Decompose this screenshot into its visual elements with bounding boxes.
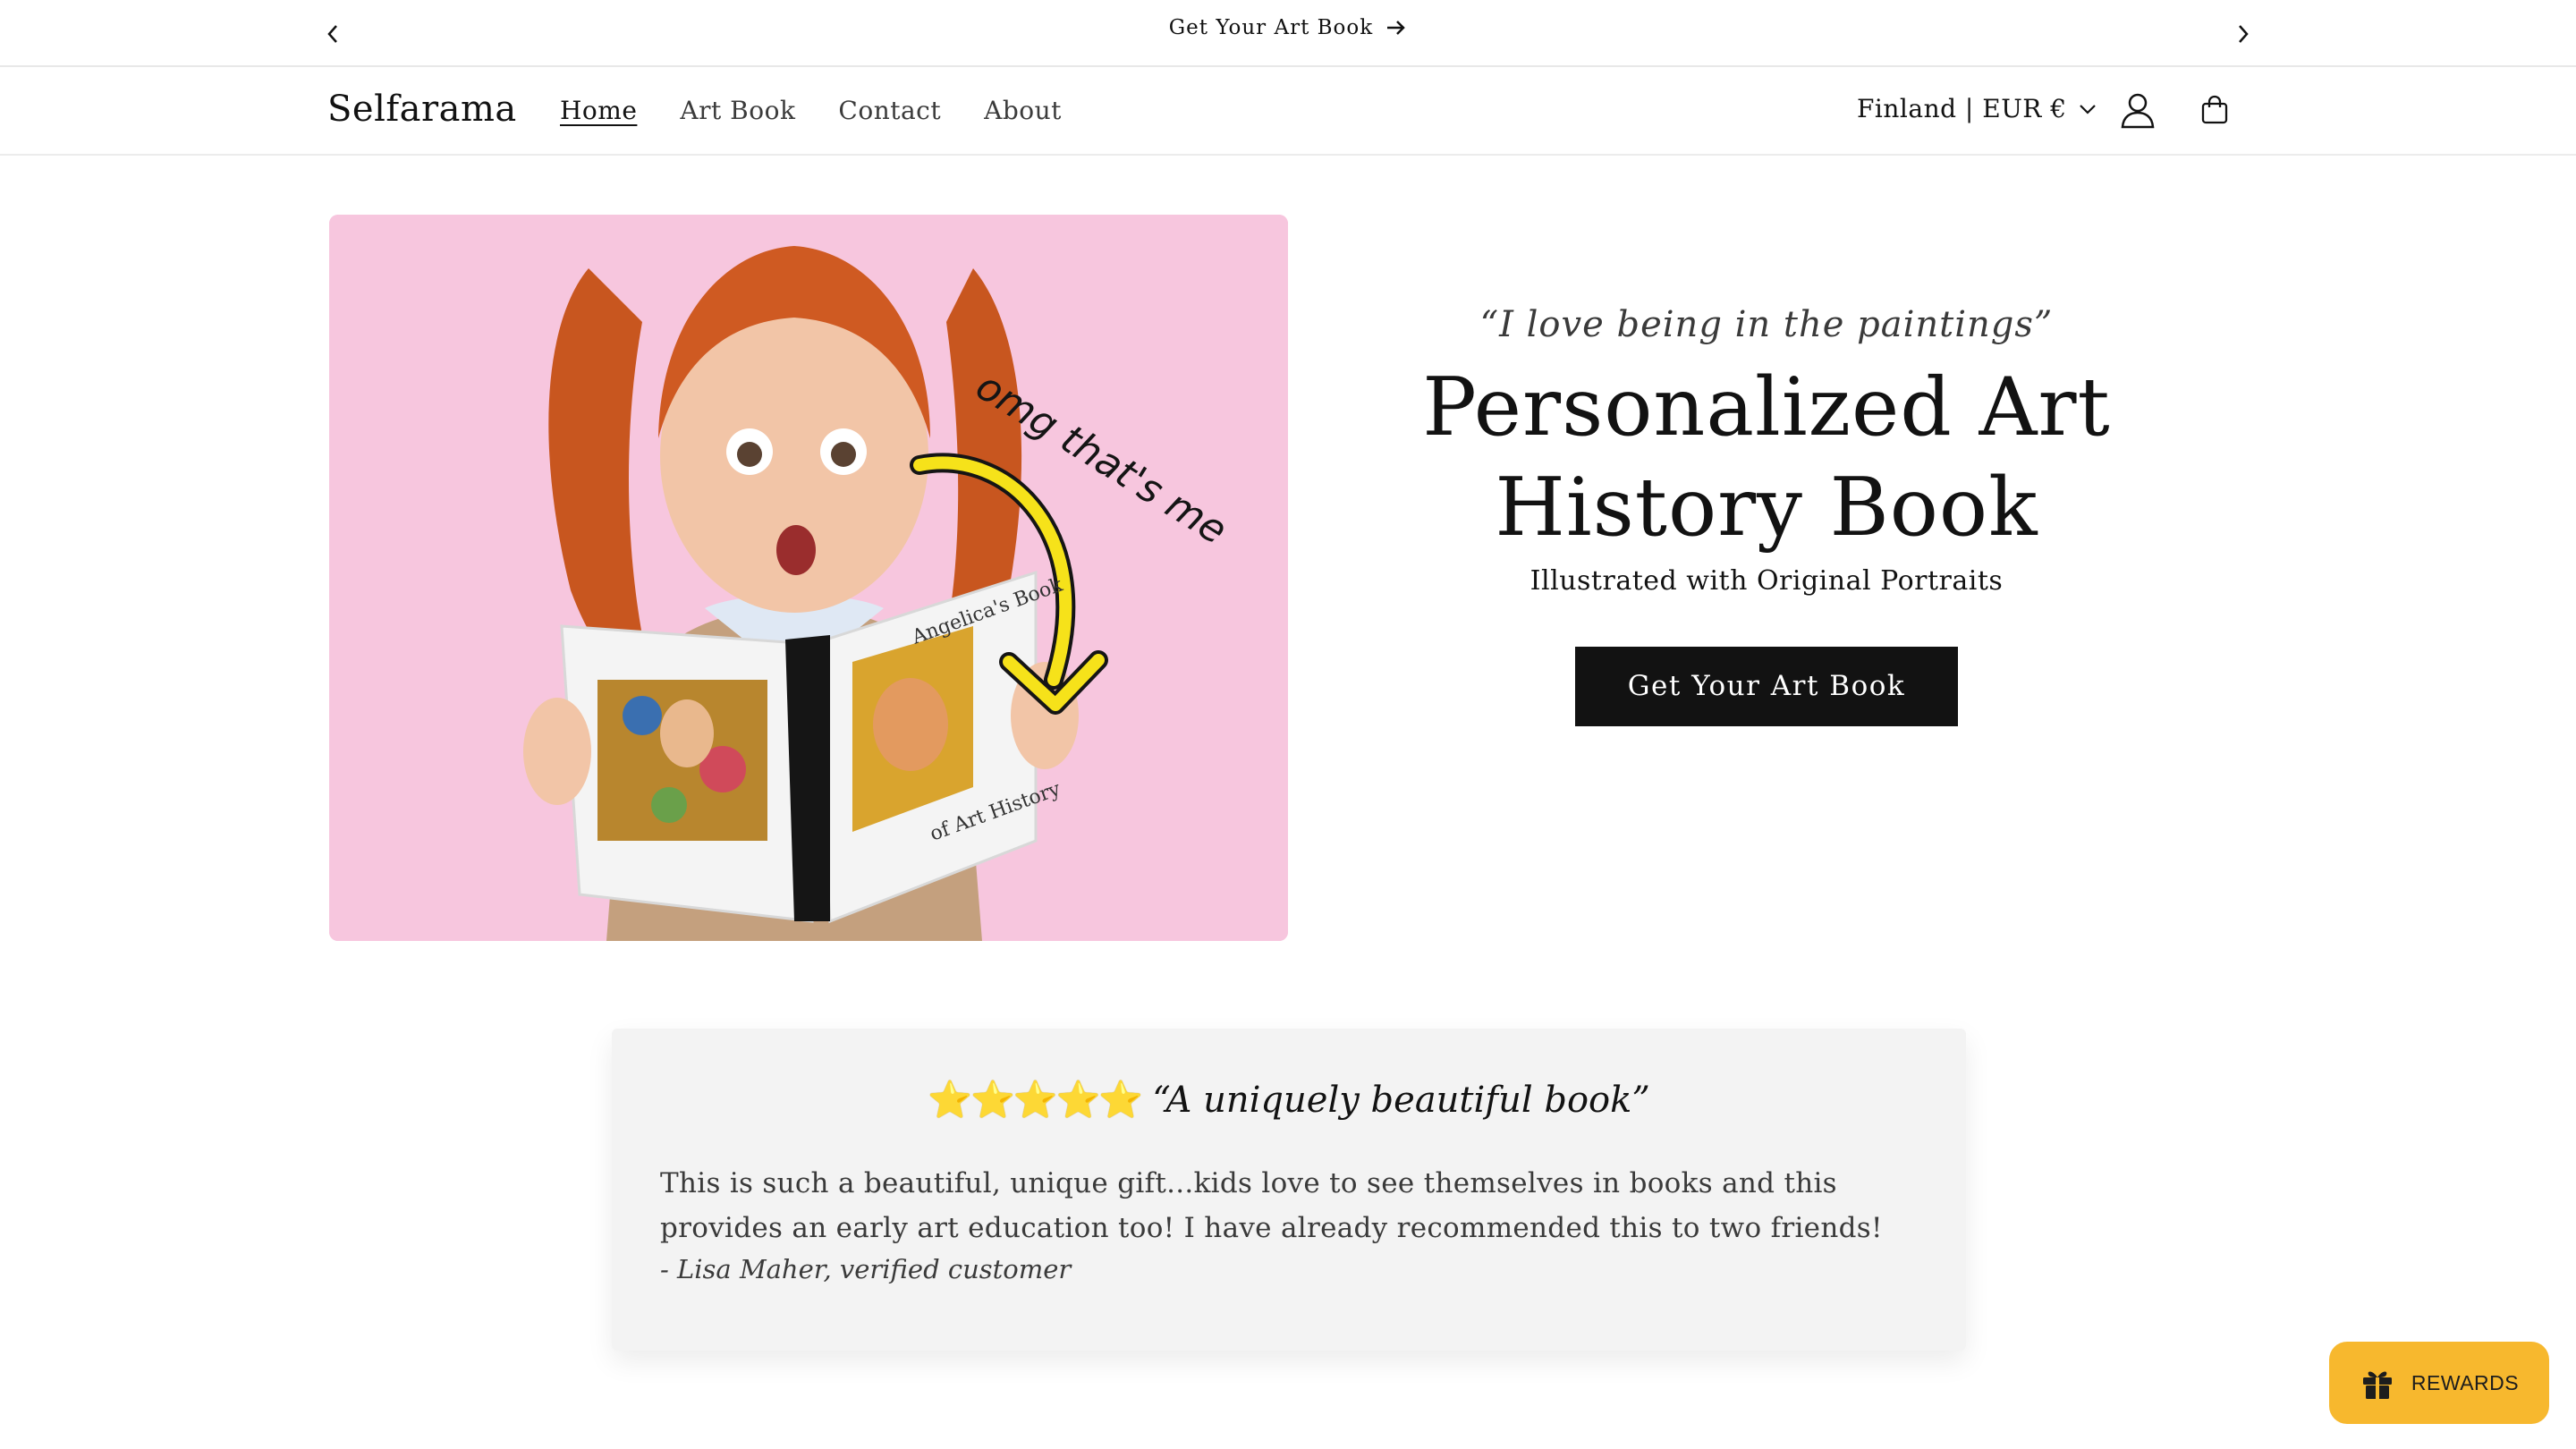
hero-content: “I love being in the paintings” Personal… xyxy=(1395,304,2138,726)
review-card: ⭐⭐⭐⭐⭐ “A uniquely beautiful book” This i… xyxy=(612,1029,1966,1351)
gift-icon xyxy=(2362,1371,2392,1399)
cart-button[interactable] xyxy=(2193,89,2236,131)
review-title: “A uniquely beautiful book” xyxy=(1152,1079,1650,1121)
announcement-link[interactable]: Get Your Art Book xyxy=(1169,16,1373,39)
rewards-label: REWARDS xyxy=(2411,1370,2520,1394)
announcement-bar: Get Your Art Book xyxy=(0,0,2576,67)
hero-illustration: omg that's me Angelica's Book of Art His… xyxy=(329,215,1288,941)
locale-label: Finland | EUR € xyxy=(1857,94,2067,123)
arrow-right-icon xyxy=(1387,21,1405,35)
announcement-next-button[interactable] xyxy=(2227,18,2259,50)
hero-quote: “I love being in the paintings” xyxy=(1479,304,2054,345)
site-header: Selfarama Home Art Book Contact About Fi… xyxy=(0,67,2576,156)
chevron-right-icon xyxy=(2239,25,2249,43)
user-icon xyxy=(2121,93,2155,129)
star-rating-icon: ⭐⭐⭐⭐⭐ xyxy=(928,1080,1143,1121)
locale-selector[interactable]: Finland | EUR € xyxy=(1857,94,2097,123)
nav-about[interactable]: About xyxy=(984,96,1062,125)
shopping-bag-icon xyxy=(2201,95,2228,124)
hero-title: Personalized Art History Book xyxy=(1422,360,2111,555)
site-logo[interactable]: Selfarama xyxy=(327,89,517,130)
chevron-down-icon xyxy=(2079,104,2096,114)
account-button[interactable] xyxy=(2116,89,2159,131)
nav-home[interactable]: Home xyxy=(560,96,637,125)
review-author: - Lisa Maher, verified customer xyxy=(660,1254,1072,1284)
main-nav: Home Art Book Contact About xyxy=(560,96,1105,125)
get-art-book-button[interactable]: Get Your Art Book xyxy=(1574,647,1959,726)
hero-image: omg that's me Angelica's Book of Art His… xyxy=(329,215,1288,941)
review-header: ⭐⭐⭐⭐⭐ “A uniquely beautiful book” xyxy=(612,1079,1966,1122)
nav-contact[interactable]: Contact xyxy=(838,96,941,125)
announcement-message[interactable]: Get Your Art Book xyxy=(0,16,2576,39)
hero-subtitle: Illustrated with Original Portraits xyxy=(1530,565,2004,597)
nav-art-book[interactable]: Art Book xyxy=(680,96,795,125)
review-body: This is such a beautiful, unique gift...… xyxy=(660,1167,1883,1244)
rewards-button[interactable]: REWARDS xyxy=(2329,1342,2549,1424)
